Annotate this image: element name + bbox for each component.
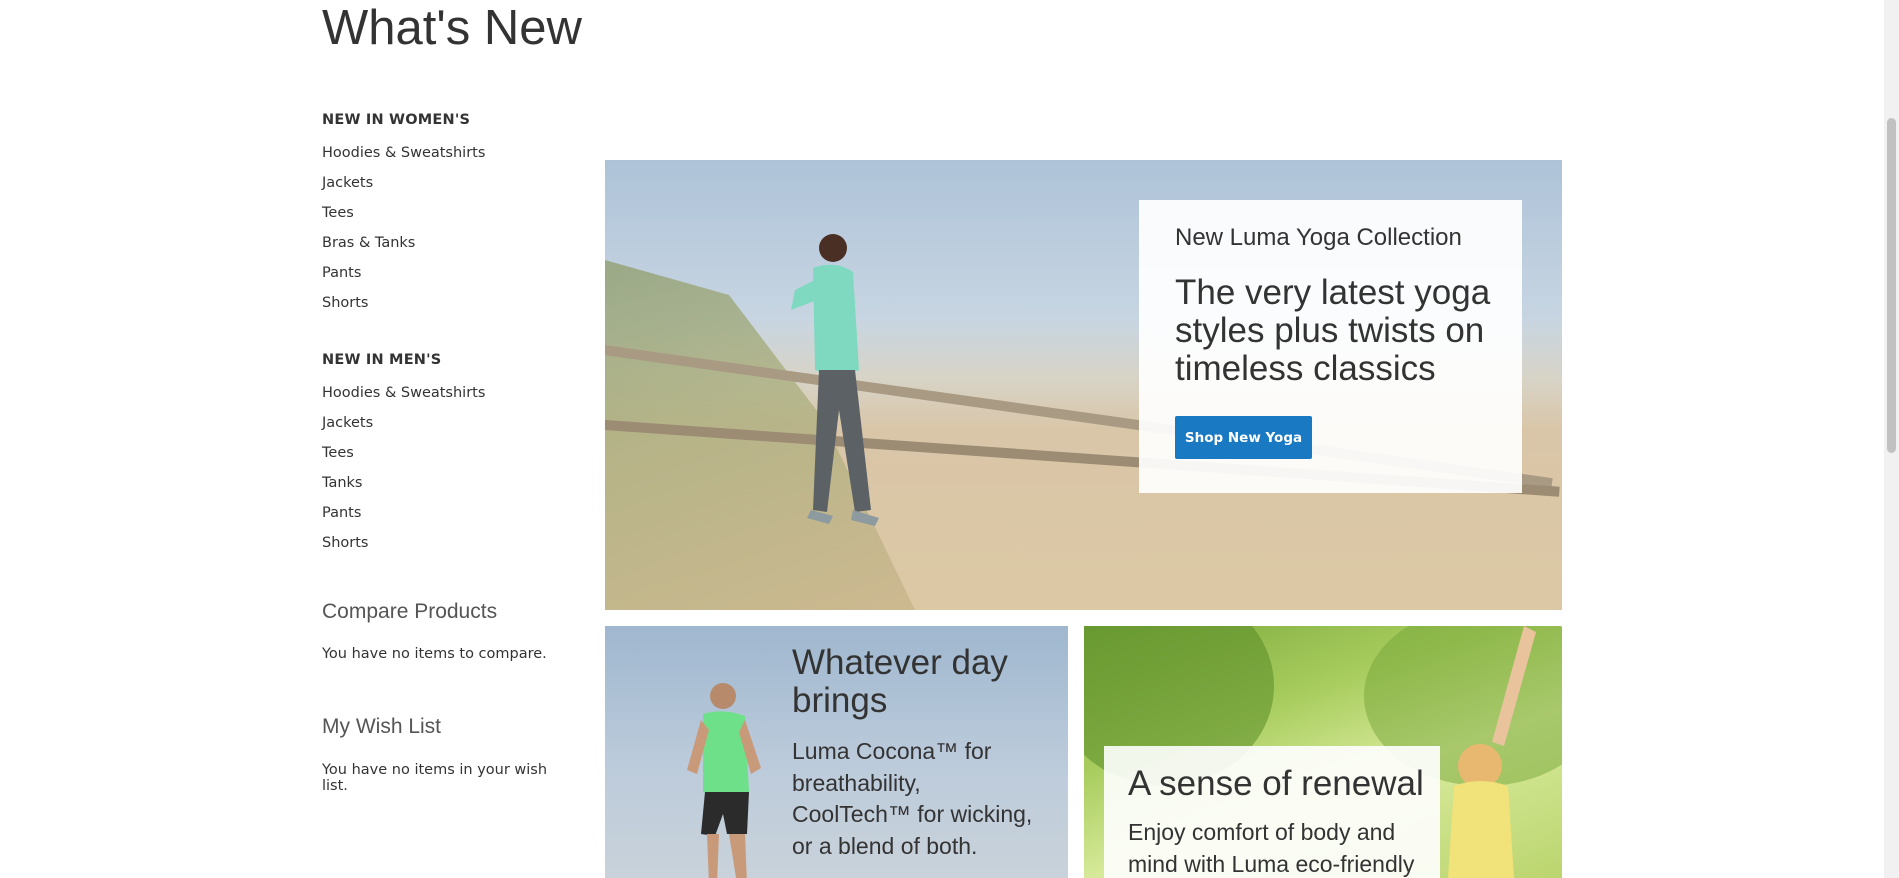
hero-promo-box: New Luma Yoga Collection The very latest… [1139, 200, 1522, 493]
hero-banner-yoga[interactable]: New Luma Yoga Collection The very latest… [605, 160, 1562, 610]
promo-tile-performance[interactable]: Whatever day brings Luma Cocona™ for bre… [605, 626, 1068, 878]
tile-right-overlay: A sense of renewal Enjoy comfort of body… [1104, 746, 1440, 878]
compare-products-title: Compare Products [322, 600, 498, 623]
category-list-women: Hoodies & Sweatshirts Jackets Tees Bras … [322, 138, 562, 318]
category-block-women: NEW IN WOMEN'S Hoodies & Sweatshirts Jac… [322, 108, 562, 318]
page-scrollbar[interactable] [1884, 0, 1899, 878]
category-link-men-shorts[interactable]: Shorts [322, 528, 485, 558]
tile-left-text: Luma Cocona™ for breathability, CoolTech… [792, 738, 1033, 859]
category-link-women-pants[interactable]: Pants [322, 258, 562, 288]
category-link-men-tees[interactable]: Tees [322, 438, 485, 468]
hero-subtitle: New Luma Yoga Collection [1175, 224, 1462, 251]
category-link-men-jackets[interactable]: Jackets [322, 408, 485, 438]
shop-new-yoga-button[interactable]: Shop New Yoga [1175, 416, 1312, 459]
category-block-men: NEW IN MEN'S Hoodies & Sweatshirts Jacke… [322, 348, 485, 558]
tile-right-text: Enjoy comfort of body and mind with Luma… [1128, 819, 1415, 877]
compare-products-empty-text: You have no items to compare. [322, 646, 547, 662]
tile-left-headline: Whatever day brings [792, 643, 1008, 720]
category-link-men-tanks[interactable]: Tanks [322, 468, 485, 498]
hero-headline: The very latest yoga styles plus twists … [1175, 273, 1491, 388]
category-link-men-pants[interactable]: Pants [322, 498, 485, 528]
category-link-men-hoodies[interactable]: Hoodies & Sweatshirts [322, 378, 485, 408]
category-link-women-tees[interactable]: Tees [322, 198, 562, 228]
category-title-men: NEW IN MEN'S [322, 352, 442, 368]
category-link-women-hoodies[interactable]: Hoodies & Sweatshirts [322, 138, 562, 168]
category-link-women-shorts[interactable]: Shorts [322, 288, 562, 318]
runner-image [687, 683, 761, 878]
tile-right-headline: A sense of renewal [1128, 764, 1424, 803]
promo-tile-eco[interactable]: A sense of renewal Enjoy comfort of body… [1084, 626, 1562, 878]
scrollbar-thumb[interactable] [1887, 118, 1896, 453]
hero-model-image [791, 234, 879, 526]
sidebar: NEW IN WOMEN'S Hoodies & Sweatshirts Jac… [322, 108, 562, 794]
category-link-women-jackets[interactable]: Jackets [322, 168, 562, 198]
category-list-men: Hoodies & Sweatshirts Jackets Tees Tanks… [322, 378, 485, 558]
category-title-women: NEW IN WOMEN'S [322, 112, 471, 128]
category-link-women-bras-tanks[interactable]: Bras & Tanks [322, 228, 562, 258]
wish-list-empty-text: You have no items in your wish list. [322, 762, 548, 794]
page-title: What's New [322, 1, 582, 55]
wish-list-title: My Wish List [322, 715, 442, 738]
